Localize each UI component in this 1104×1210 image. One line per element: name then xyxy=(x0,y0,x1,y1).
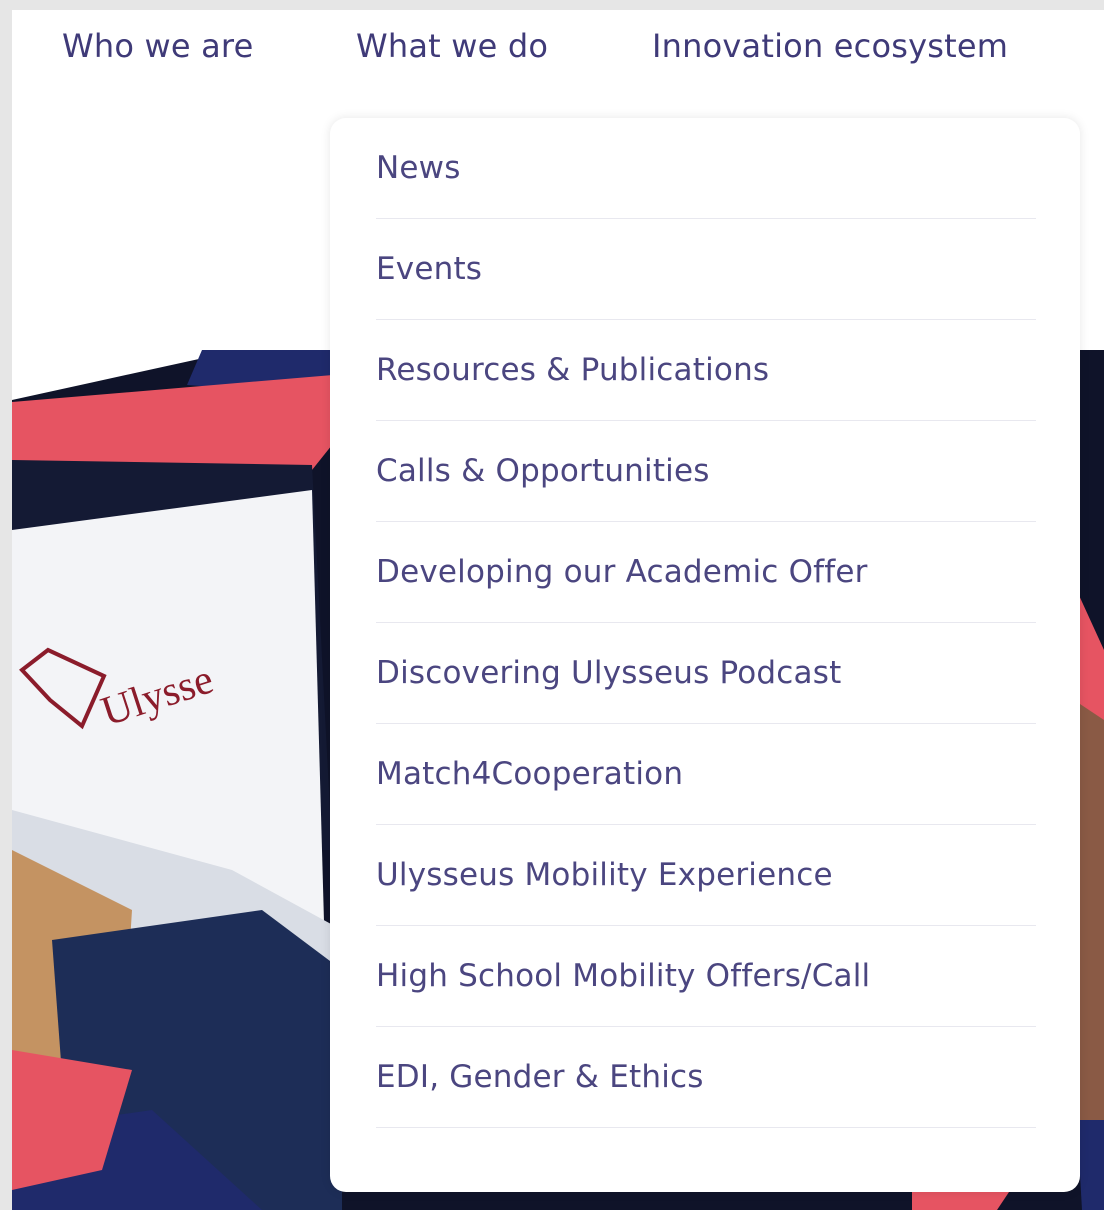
what-we-do-dropdown: News Events Resources & Publications Cal… xyxy=(330,118,1080,1192)
menu-link-high-school-mobility[interactable]: High School Mobility Offers/Call xyxy=(376,960,870,992)
menu-link-edi-gender-ethics[interactable]: EDI, Gender & Ethics xyxy=(376,1061,704,1093)
menu-item-calls-opportunities[interactable]: Calls & Opportunities xyxy=(376,421,1036,522)
menu-link-news[interactable]: News xyxy=(376,152,461,184)
dropdown-menu: News Events Resources & Publications Cal… xyxy=(376,118,1036,1128)
menu-link-match4cooperation[interactable]: Match4Cooperation xyxy=(376,758,683,790)
menu-item-high-school-mobility[interactable]: High School Mobility Offers/Call xyxy=(376,926,1036,1027)
menu-link-podcast[interactable]: Discovering Ulysseus Podcast xyxy=(376,657,841,689)
menu-link-resources-publications[interactable]: Resources & Publications xyxy=(376,354,769,386)
menu-item-mobility-experience[interactable]: Ulysseus Mobility Experience xyxy=(376,825,1036,926)
nav-innovation-ecosystem[interactable]: Innovation ecosystem xyxy=(652,30,1008,62)
menu-item-edi-gender-ethics[interactable]: EDI, Gender & Ethics xyxy=(376,1027,1036,1128)
menu-item-podcast[interactable]: Discovering Ulysseus Podcast xyxy=(376,623,1036,724)
menu-item-academic-offer[interactable]: Developing our Academic Offer xyxy=(376,522,1036,623)
nav-who-we-are[interactable]: Who we are xyxy=(62,30,253,62)
menu-item-match4cooperation[interactable]: Match4Cooperation xyxy=(376,724,1036,825)
nav-what-we-do[interactable]: What we do xyxy=(356,30,548,62)
menu-item-resources-publications[interactable]: Resources & Publications xyxy=(376,320,1036,421)
menu-link-academic-offer[interactable]: Developing our Academic Offer xyxy=(376,556,868,588)
menu-link-mobility-experience[interactable]: Ulysseus Mobility Experience xyxy=(376,859,833,891)
menu-link-events[interactable]: Events xyxy=(376,253,482,285)
page: Who we are What we do Innovation ecosyst… xyxy=(12,10,1104,1210)
menu-item-news[interactable]: News xyxy=(376,118,1036,219)
menu-item-events[interactable]: Events xyxy=(376,219,1036,320)
top-navigation: Who we are What we do Innovation ecosyst… xyxy=(12,10,1104,88)
menu-link-calls-opportunities[interactable]: Calls & Opportunities xyxy=(376,455,710,487)
